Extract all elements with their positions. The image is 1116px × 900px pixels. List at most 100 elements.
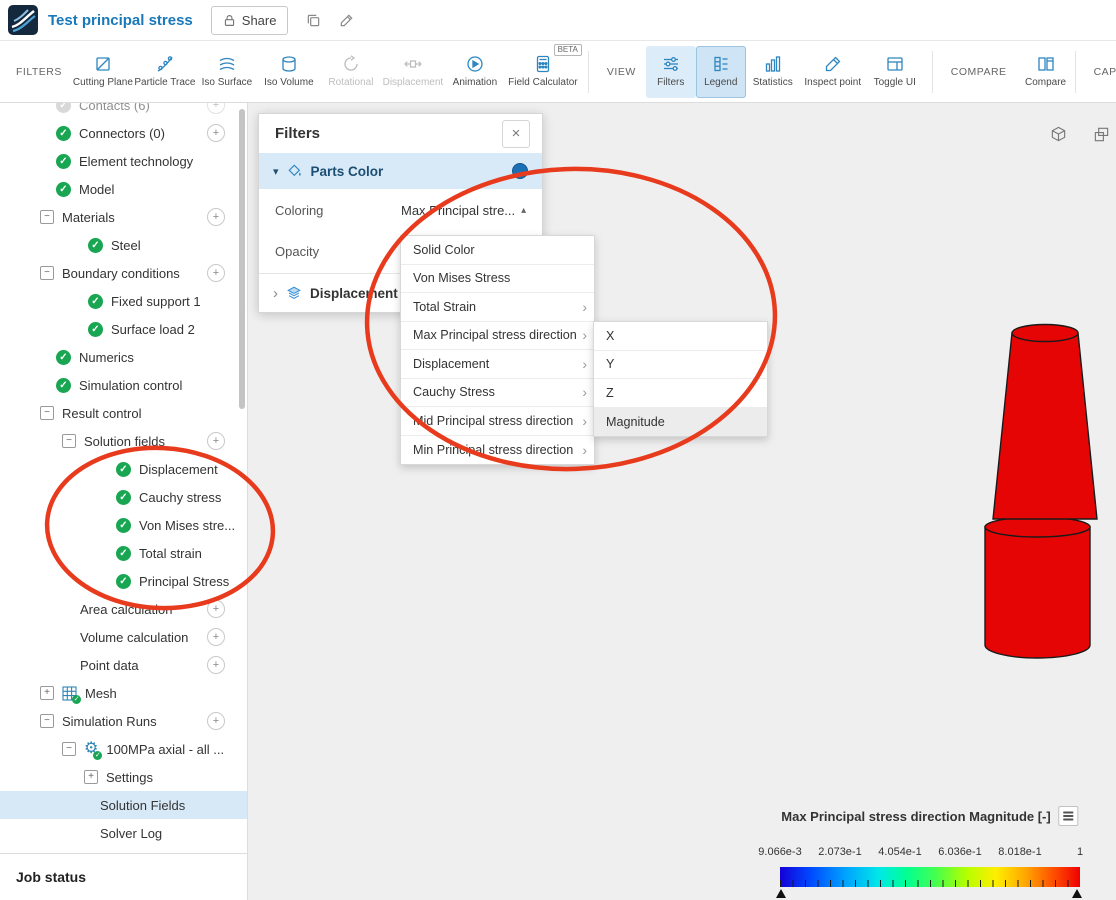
submenu-arrow-icon: ›: [582, 441, 587, 458]
tool-animation[interactable]: Animation: [444, 46, 506, 98]
menu-item-label: Mid Principal stress direction: [413, 413, 574, 428]
menu-item-solid-color[interactable]: Solid Color: [401, 236, 594, 265]
tree-item-von-mises-stress[interactable]: ✓ Von Mises stre...: [0, 511, 247, 539]
collapse-icon[interactable]: −: [40, 266, 54, 280]
add-button[interactable]: +: [207, 124, 225, 142]
close-icon[interactable]: ×: [502, 119, 530, 148]
submenu-item-z[interactable]: Z: [594, 379, 767, 408]
add-button[interactable]: +: [207, 103, 225, 114]
tool-label: Toggle UI: [873, 77, 916, 88]
tree-item-total-strain[interactable]: ✓ Total strain: [0, 539, 247, 567]
duplicate-icon[interactable]: [306, 13, 321, 28]
tree-item-materials[interactable]: − Materials +: [0, 203, 247, 231]
tool-compare[interactable]: Compare: [1017, 46, 1075, 98]
legend-menu-button[interactable]: [1058, 806, 1079, 826]
tree-item-solution-fields[interactable]: − Solution fields +: [0, 427, 247, 455]
expand-icon[interactable]: +: [40, 686, 54, 700]
tool-label: Animation: [452, 77, 498, 88]
tree-item-run-100mpa-axial[interactable]: − ⚙ ✓ 100MPa axial - all ...: [0, 735, 247, 763]
tree-item-label: Boundary conditions: [62, 265, 180, 281]
tree-item-fixed-support-1[interactable]: ✓ Fixed support 1: [0, 287, 247, 315]
tree-item-mesh[interactable]: + ✓ Mesh: [0, 679, 247, 707]
tree-item-steel[interactable]: ✓ Steel: [0, 231, 247, 259]
submenu-arrow-icon: ›: [582, 384, 587, 401]
share-button[interactable]: Share: [210, 5, 289, 35]
tree-item-run-solution-fields[interactable]: Solution Fields: [0, 791, 247, 819]
add-button[interactable]: +: [207, 264, 225, 282]
tree-item-point-data[interactable]: Point data +: [0, 651, 247, 679]
tree-item-displacement[interactable]: ✓ Displacement: [0, 455, 247, 483]
menu-item-total-strain[interactable]: Total Strain ›: [401, 293, 594, 322]
tree-item-solver-log[interactable]: Solver Log: [0, 819, 247, 847]
collapse-icon[interactable]: −: [40, 210, 54, 224]
tool-legend[interactable]: Legend: [695, 45, 746, 98]
tree-item-simulation-runs[interactable]: − Simulation Runs +: [0, 707, 247, 735]
menu-item-cauchy-stress[interactable]: Cauchy Stress ›: [401, 378, 594, 407]
check-icon: ✓: [88, 321, 103, 337]
tree-item-run-settings[interactable]: + Settings: [0, 763, 247, 791]
tool-filters[interactable]: Filters: [645, 45, 696, 98]
menu-item-min-principal-stress-direction[interactable]: Min Principal stress direction ›: [401, 435, 594, 464]
tool-cutting-plane[interactable]: Cutting Plane: [72, 46, 134, 98]
legend-max-marker[interactable]: [1072, 889, 1082, 898]
tree-item-surface-load-2[interactable]: ✓ Surface load 2: [0, 315, 247, 343]
add-button[interactable]: +: [207, 712, 225, 730]
tree-scrollbar[interactable]: [239, 109, 245, 409]
legend-min-marker[interactable]: [776, 889, 786, 898]
tree-item-contacts[interactable]: ✓ Contacts (6) +: [0, 103, 247, 119]
menu-item-max-principal-stress-direction[interactable]: Max Principal stress direction ›: [401, 321, 594, 350]
coloring-select[interactable]: Max Principal stre... ▴: [401, 203, 526, 218]
simulation-tree-sidebar: ✓ Contacts (6) + ✓ Connectors (0) + ✓ El…: [0, 103, 248, 900]
submenu-item-magnitude[interactable]: Magnitude: [594, 407, 767, 436]
tool-inspect-point[interactable]: Inspect point: [800, 46, 866, 98]
collapse-icon[interactable]: −: [40, 714, 54, 728]
tool-label: Compare: [1024, 77, 1067, 88]
tool-toggle-ui[interactable]: Toggle UI: [866, 46, 924, 98]
tool-rotational[interactable]: Rotational: [320, 46, 382, 98]
statistics-icon: [764, 55, 782, 73]
tree-item-connectors[interactable]: ✓ Connectors (0) +: [0, 119, 247, 147]
check-icon: ✓: [56, 181, 71, 197]
add-button[interactable]: +: [207, 656, 225, 674]
tool-displacement[interactable]: Displacement: [382, 46, 444, 98]
add-button[interactable]: +: [207, 432, 225, 450]
expand-icon[interactable]: +: [84, 770, 98, 784]
tree-item-model[interactable]: ✓ Model: [0, 175, 247, 203]
tree-item-area-calculation[interactable]: Area calculation +: [0, 595, 247, 623]
tree-item-label: Connectors (0): [79, 125, 165, 141]
tree-item-result-control[interactable]: − Result control: [0, 399, 247, 427]
parts-color-section-header[interactable]: ▾ Parts Color: [259, 153, 542, 189]
tool-particle-trace[interactable]: Particle Trace: [134, 46, 196, 98]
submenu-item-x[interactable]: X: [594, 322, 767, 351]
tree-item-label: Surface load 2: [111, 321, 195, 337]
menu-item-mid-principal-stress-direction[interactable]: Mid Principal stress direction ›: [401, 407, 594, 436]
job-status-bar[interactable]: Job status: [0, 853, 247, 900]
tree-item-element-technology[interactable]: ✓ Element technology: [0, 147, 247, 175]
add-button[interactable]: +: [207, 600, 225, 618]
submenu-item-y[interactable]: Y: [594, 350, 767, 379]
tree-item-numerics[interactable]: ✓ Numerics: [0, 343, 247, 371]
menu-item-displacement[interactable]: Displacement ›: [401, 350, 594, 379]
iso-surface-icon: [218, 55, 236, 73]
tool-statistics[interactable]: Statistics: [746, 46, 800, 98]
add-button[interactable]: +: [207, 628, 225, 646]
tool-field-calculator[interactable]: BETA Field Calculator: [506, 43, 582, 98]
tool-iso-surface[interactable]: Iso Surface: [196, 46, 258, 98]
legend-gradient-bar[interactable]: [780, 867, 1080, 887]
color-indicator-dot[interactable]: [512, 163, 528, 179]
tree-item-principal-stress[interactable]: ✓ Principal Stress: [0, 567, 247, 595]
add-button[interactable]: +: [207, 208, 225, 226]
menu-item-von-mises-stress[interactable]: Von Mises Stress: [401, 264, 594, 293]
edit-pencil-icon[interactable]: [339, 13, 354, 28]
compare-icon: [1037, 55, 1055, 73]
tool-label: Statistics: [752, 77, 793, 88]
collapse-icon[interactable]: −: [62, 434, 76, 448]
tree-item-volume-calculation[interactable]: Volume calculation +: [0, 623, 247, 651]
tree-item-boundary-conditions[interactable]: − Boundary conditions +: [0, 259, 247, 287]
collapse-icon[interactable]: −: [62, 742, 76, 756]
tree-item-cauchy-stress[interactable]: ✓ Cauchy stress: [0, 483, 247, 511]
tree-item-label: Total strain: [139, 545, 202, 561]
tree-item-simulation-control[interactable]: ✓ Simulation control: [0, 371, 247, 399]
tool-iso-volume[interactable]: Iso Volume: [258, 46, 320, 98]
collapse-icon[interactable]: −: [40, 406, 54, 420]
